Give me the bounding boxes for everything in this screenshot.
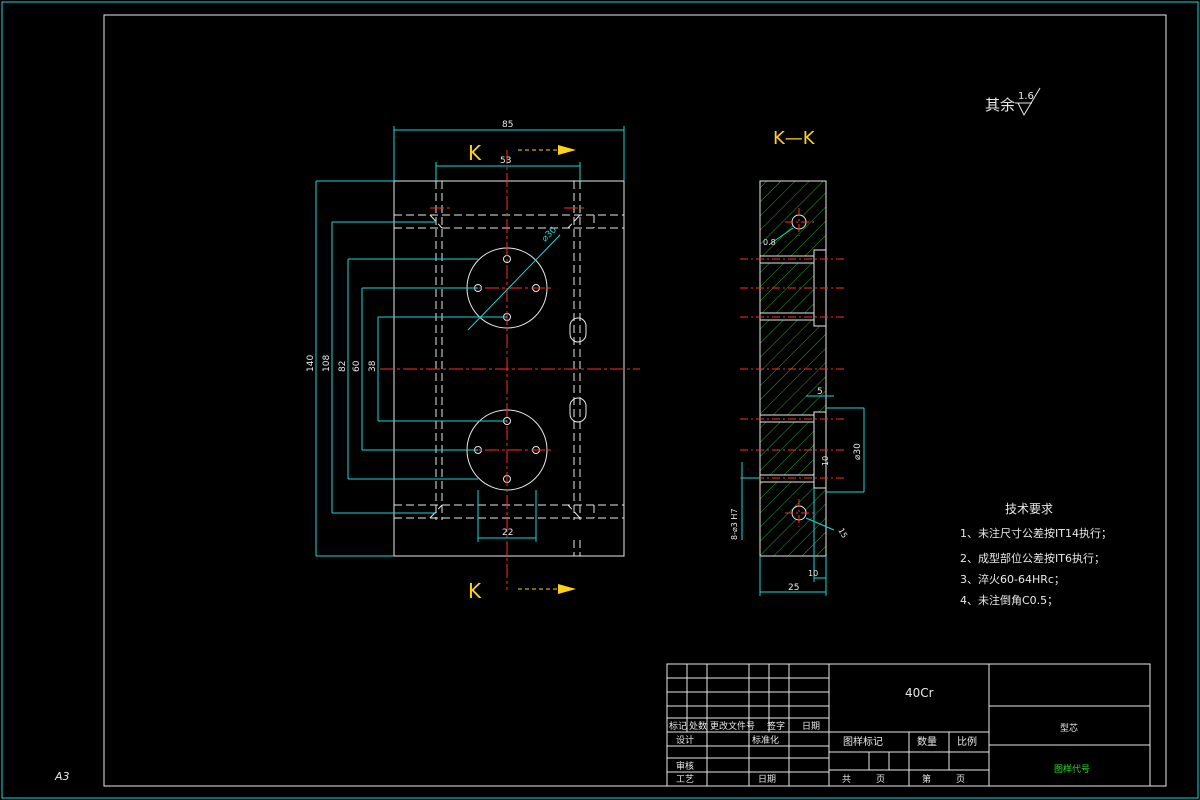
dim-step: 5 (817, 387, 823, 397)
dim-chamfer: 15 (836, 527, 849, 540)
tb-rev-h2: 处数 (689, 720, 707, 732)
tb-role-design: 设计 (676, 734, 694, 746)
dim-width: 85 (502, 120, 513, 130)
tech-title: 技术要求 (1005, 502, 1053, 516)
dim-hole-top: 0.8 (763, 238, 776, 247)
dim-h140: 140 (306, 355, 316, 372)
roughness-label: 其余 (985, 96, 1015, 114)
dim-h38: 38 (368, 360, 378, 372)
center-lines (380, 150, 640, 590)
roughness-value: 1.6 (1018, 91, 1034, 102)
tb-role-standard: 标准化 (752, 734, 779, 746)
tb-mark-h2: 数量 (917, 735, 937, 748)
tb-mark-h1: 图样标记 (843, 735, 883, 748)
tb-rev-h1: 标记 (669, 720, 687, 732)
tb-role-date: 日期 (758, 774, 776, 785)
inner-frame (103, 14, 1167, 787)
section-marker-top-letter: K (468, 141, 482, 165)
dim-h108: 108 (322, 355, 332, 372)
section-view (740, 180, 846, 557)
tb-sheet-4: 页 (956, 774, 965, 785)
sheet-size-label: A3 (54, 770, 70, 783)
outer-frame (1, 1, 1199, 799)
dim-depth: 10 (821, 456, 830, 466)
cad-drawing-sheet: A3 其余 1.6 ⌀30 85 53 140 108 82 60 38 22 … (1, 1, 1199, 799)
slot-lower (569, 397, 587, 423)
tech-requirements: 技术要求 1、未注尺寸公差按IT14执行； 2、成型部位公差按IT6执行； 3、… (960, 502, 1112, 607)
tb-mark-h3: 比例 (957, 735, 977, 748)
section-marker-top: K (468, 141, 576, 165)
roughness-symbol: 其余 1.6 (985, 87, 1041, 117)
dim-offset: 10 (808, 569, 818, 578)
section-marker-bottom: K (468, 579, 576, 603)
tb-sheet-3: 第 (922, 773, 931, 785)
dim-pin-hole: 8-⌀3 H7 (730, 508, 739, 540)
slot-upper (569, 317, 587, 343)
dim-bore: ⌀30 (853, 443, 863, 460)
dim-spacing: 53 (500, 156, 511, 166)
tech-item-1: 1、未注尺寸公差按IT14执行； (960, 526, 1112, 540)
front-view: ⌀30 (380, 150, 640, 590)
tb-sheet-2: 页 (876, 774, 885, 785)
tech-item-3: 3、淬火60-64HRc； (960, 572, 1065, 586)
dim-h82: 82 (338, 361, 348, 372)
tb-drawing-no: 图样代号 (1054, 763, 1090, 775)
tb-rev-h4: 签字 (767, 720, 785, 732)
dim-thickness: 25 (788, 583, 799, 593)
tb-part-name: 型芯 (1060, 722, 1078, 734)
tech-item-2: 2、成型部位公差按IT6执行； (960, 551, 1105, 565)
tb-role-review: 审核 (676, 760, 694, 772)
tb-rev-h5: 日期 (802, 721, 820, 732)
tech-item-4: 4、未注倒角C0.5； (960, 593, 1058, 607)
dim-h60: 60 (352, 360, 362, 372)
tb-role-process: 工艺 (676, 774, 694, 785)
tb-material: 40Cr (905, 686, 934, 700)
front-dimensions (315, 126, 625, 557)
tb-sheet-1: 共 (842, 774, 851, 785)
section-marker-bottom-letter: K (468, 579, 482, 603)
dim-bottom: 22 (502, 528, 513, 538)
tb-rev-h3: 更改文件号 (710, 720, 755, 732)
section-title: K—K (773, 128, 816, 149)
